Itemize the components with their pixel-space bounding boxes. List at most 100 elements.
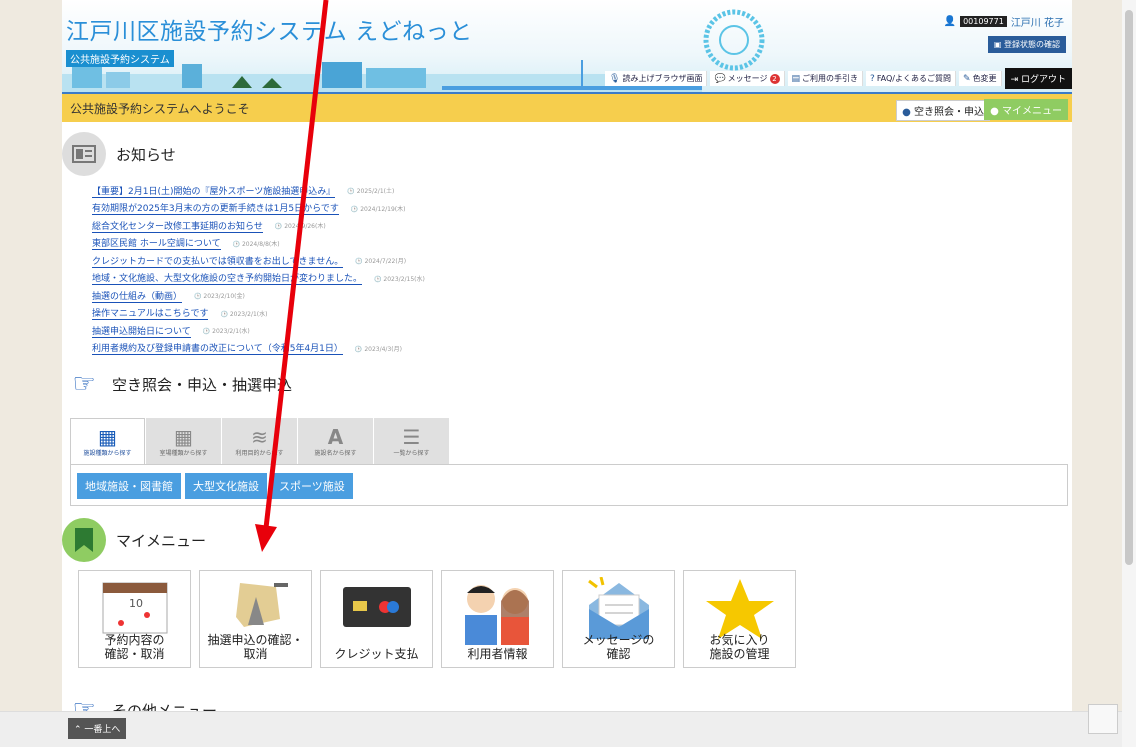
tab-purpose[interactable]: ≋ 利用目的から探す [222,418,297,464]
list-item: 総合文化センター改修工事延期のお知らせ 🕒 2024/9/26(木) [92,217,692,235]
news-link[interactable]: 総合文化センター改修工事延期のお知らせ [92,219,263,233]
menu-label: 抽選申込の確認・ 取消 [207,633,304,661]
news-link[interactable]: 利用者規約及び登録申請書の改正について（令和5年4月1日） [92,341,343,356]
facility-buttons: 地域施設・図書館 大型文化施設 スポーツ施設 [77,473,353,499]
mymenu-button[interactable]: ● マイメニュー [984,99,1068,120]
list-item: 抽選の仕組み（動画） 🕒 2023/2/10(金) [92,287,692,305]
news-date: 🕒 2024/7/22(月) [355,258,407,266]
scrollbar[interactable] [1122,0,1136,747]
news-link[interactable]: 操作マニュアルはこちらです [92,306,209,321]
tab-list[interactable]: ☰ 一覧から探す [374,418,449,464]
mymenu-label: マイメニュー [1002,106,1062,117]
facility-button-sports[interactable]: スポーツ施設 [271,473,353,499]
back-to-top-label: 一番上へ [84,725,121,735]
list-item: 【重要】2月1日(土)開始の『屋外スポーツ施設抽選申込み』 🕒 2025/2/1(… [92,182,692,200]
list-item: 地域・文化施設、大型文化施設の空き予約開始日が変わりました。 🕒 2023/2/1… [92,270,692,288]
availability-button[interactable]: ● 空き照会・申込 [896,100,990,121]
facility-button-cultural[interactable]: 大型文化施設 [185,473,267,499]
menu-message-confirm[interactable]: メッセージの 確認 [562,570,675,668]
news-link[interactable]: 地域・文化施設、大型文化施設の空き予約開始日が変わりました。 [92,271,363,286]
menu-credit-payment[interactable]: クレジット支払 [320,570,433,668]
user-name: 江戸川 花子 [1010,18,1064,29]
message-link[interactable]: 💬 メッセージ 2 [710,71,785,86]
microphone-icon: 🎙 [609,73,621,84]
user-id: 00109771 [960,16,1007,27]
search-tabs: ▦ 施設種類から探す ▦ 室場種類から探す ≋ 利用目的から探す A 施設名から… [70,418,450,464]
news-date: 🕒 2024/12/19(木) [350,205,406,213]
registration-status-label: 登録状態の確認 [1004,40,1060,49]
logout-icon: ⇥ [1010,75,1019,85]
news-link[interactable]: 【重要】2月1日(土)開始の『屋外スポーツ施設抽選申込み』 [92,184,336,198]
search-heading: ☞ 空き照会・申込・抽選申込 [66,366,292,402]
faq-link[interactable]: ? FAQ/よくあるご質問 [866,71,957,86]
user-icon: 👤 [943,16,957,27]
layers-icon: ≋ [251,424,268,449]
ferris-wheel-illustration [703,9,765,71]
list-item: 抽選申込開始日について 🕒 2023/2/1(水) [92,322,692,340]
news-date: 🕒 2023/2/1(水) [202,328,250,336]
menu-lottery-confirm[interactable]: 抽選申込の確認・ 取消 [199,570,312,668]
message-label: メッセージ [727,74,768,83]
menu-label: 予約内容の 確認・取消 [104,633,165,661]
site-header: 江戸川区施設予約システム えどねっと 公共施設予約システム 👤 00109771… [62,0,1072,92]
question-icon: ? [870,73,875,84]
logout-button[interactable]: ⇥ ログアウト [1004,68,1072,89]
news-link[interactable]: 東部区民館 ホール空調について [92,236,221,251]
search-title: 空き照会・申込・抽選申込 [112,375,293,394]
tab-label: 施設名から探す [314,449,357,457]
registration-status-button[interactable]: ▣ 登録状態の確認 [987,36,1066,53]
speech-bubble-icon: 💬 [714,73,726,84]
users-icon [464,585,529,645]
guide-label: ご利用の手引き [802,74,859,83]
mymenu-grid: 10 予約内容の 確認・取消 抽選申込の確認・ 取消 クレジット支払 利用者情報 メ… [78,570,796,668]
news-date: 🕒 2024/9/26(木) [274,223,326,231]
svg-text:10: 10 [129,597,143,610]
mymenu-heading: マイメニュー [62,518,206,562]
star-icon [705,579,774,639]
news-link[interactable]: 抽選の仕組み（動画） [92,289,183,303]
menu-reservation-confirm[interactable]: 10 予約内容の 確認・取消 [78,570,191,668]
news-link[interactable]: 有効期限が2025年3月末の方の更新手続きは1月5日からです [92,201,339,216]
page-container: 江戸川区施設予約システム えどねっと 公共施設予約システム 👤 00109771… [62,0,1072,747]
tab-facility-type[interactable]: ▦ 施設種類から探す [70,418,145,464]
list-icon: ☰ [402,424,421,449]
grid-large-icon: ▦ [98,425,117,449]
back-to-top-button[interactable]: ⌃ 一番上へ [68,718,127,739]
news-date: 🕒 2024/8/8(木) [232,240,280,248]
list-item: 利用者規約及び登録申請書の改正について（令和5年4月1日） 🕒 2023/4/3(… [92,340,692,358]
bottom-bar [0,711,1136,747]
welcome-text: 公共施設予約システムへようこそ [70,102,250,116]
faq-label: FAQ/よくあるご質問 [876,74,952,83]
brush-icon: ✎ [963,73,971,84]
news-date: 🕒 2023/4/3(月) [354,345,402,353]
pointing-hand-icon: ☞ [72,369,96,399]
tab-label: 室場種類から探す [159,449,208,457]
menu-user-info[interactable]: 利用者情報 [441,570,554,668]
recaptcha-badge[interactable] [1088,704,1118,734]
news-link[interactable]: 抽選申込開始日について [92,324,191,338]
menu-label: クレジット支払 [334,647,419,661]
tab-label: 利用目的から探す [235,449,284,457]
tab-label: 一覧から探す [393,449,430,457]
facility-button-community[interactable]: 地域施設・図書館 [77,473,181,499]
tab-facility-name[interactable]: A 施設名から探す [298,418,373,464]
menu-favorites[interactable]: お気に入り 施設の管理 [683,570,796,668]
reader-browser-label: 読み上げブラウザ画面 [622,74,703,83]
scroll-thumb[interactable] [1125,10,1133,565]
list-item: クレジットカードでの支払いでは領収書をお出しできません。 🕒 2024/7/22(… [92,252,692,270]
color-change-link[interactable]: ✎ 色変更 [959,71,1002,86]
reader-browser-link[interactable]: 🎙 読み上げブラウザ画面 [605,71,708,86]
lottery-box-icon [235,583,288,627]
user-area: 👤 00109771 江戸川 花子 [944,14,1064,29]
guide-link[interactable]: ▤ ご利用の手引き [787,71,864,86]
menu-label: 利用者情報 [467,647,528,661]
news-icon [62,132,106,176]
news-list: 【重要】2月1日(土)開始の『屋外スポーツ施設抽選申込み』 🕒 2025/2/1(… [92,182,692,357]
news-link[interactable]: クレジットカードでの支払いでは領収書をお出しできません。 [92,254,344,268]
color-change-label: 色変更 [972,74,997,83]
tab-room-type[interactable]: ▦ 室場種類から探す [146,418,221,464]
news-date: 🕒 2025/2/1(土) [347,188,395,196]
list-item: 東部区民館 ホール空調について 🕒 2024/8/8(木) [92,235,692,253]
news-title: お知らせ [116,145,176,164]
site-title: 江戸川区施設予約システム えどねっと [66,19,473,45]
